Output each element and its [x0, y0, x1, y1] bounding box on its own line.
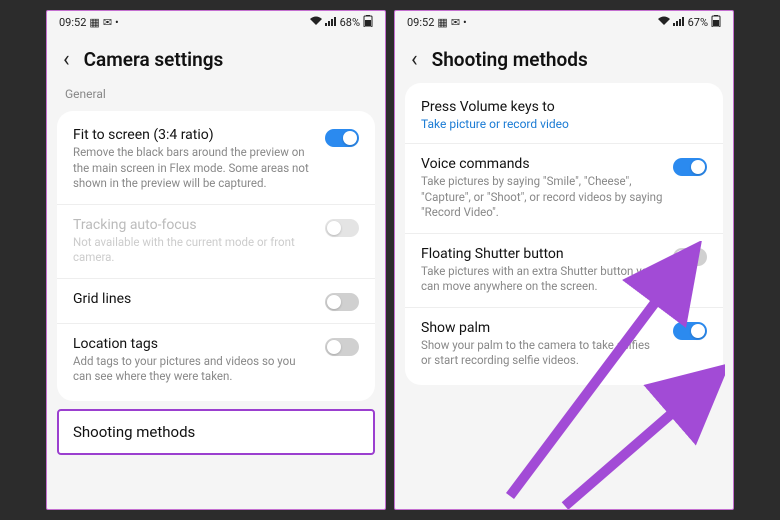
section-label-general: General [47, 79, 385, 107]
settings-card: Fit to screen (3:4 ratio) Remove the bla… [57, 111, 375, 401]
app-icon: ✉ [103, 16, 112, 29]
status-battery: 67% [688, 16, 708, 29]
item-fit-to-screen[interactable]: Fit to screen (3:4 ratio) Remove the bla… [57, 115, 375, 205]
status-bar: 09:52 ▦ ✉ • 68% [47, 11, 385, 32]
toggle-tracking-autofocus [325, 219, 359, 237]
item-title: Fit to screen (3:4 ratio) [73, 127, 315, 143]
back-icon[interactable]: ‹ [63, 49, 70, 71]
status-time: 09:52 [407, 16, 434, 29]
item-title: Press Volume keys to [421, 99, 707, 115]
item-title: Voice commands [421, 156, 663, 172]
toggle-location-tags[interactable] [325, 338, 359, 356]
item-link: Take picture or record video [421, 117, 707, 131]
settings-card: Press Volume keys to Take picture or rec… [405, 83, 723, 385]
header: ‹ Camera settings [47, 32, 385, 79]
battery-icon [711, 15, 721, 30]
item-desc: Take pictures with an extra Shutter butt… [421, 264, 663, 295]
item-show-palm[interactable]: Show palm Show your palm to the camera t… [405, 308, 723, 381]
toggle-fit-to-screen[interactable] [325, 129, 359, 147]
status-battery: 68% [340, 16, 360, 29]
toggle-show-palm[interactable] [673, 322, 707, 340]
item-desc: Add tags to your pictures and videos so … [73, 354, 315, 385]
phone-left: 09:52 ▦ ✉ • 68% ‹ Camera settings Genera… [46, 10, 386, 510]
item-voice-commands[interactable]: Voice commands Take pictures by saying "… [405, 144, 723, 234]
more-icon: • [463, 16, 467, 29]
toggle-floating-shutter[interactable] [673, 248, 707, 266]
back-icon[interactable]: ‹ [411, 49, 418, 71]
item-desc: Take pictures by saying "Smile", "Cheese… [421, 174, 663, 221]
gallery-icon: ▦ [437, 16, 447, 29]
item-title: Floating Shutter button [421, 246, 663, 262]
item-title: Show palm [421, 320, 663, 336]
header: ‹ Shooting methods [395, 32, 733, 79]
app-icon: ✉ [451, 16, 460, 29]
phone-right: 09:52 ▦ ✉ • 67% ‹ Shooting methods Pres [394, 10, 734, 510]
item-title: Tracking auto-focus [73, 217, 315, 233]
signal-icon [673, 16, 685, 29]
item-desc: Show your palm to the camera to take sel… [421, 338, 663, 369]
status-time: 09:52 [59, 16, 86, 29]
battery-icon [363, 15, 373, 30]
item-desc: Not available with the current mode or f… [73, 235, 315, 266]
item-title: Location tags [73, 336, 315, 352]
page-title: Camera settings [84, 48, 224, 71]
item-tracking-autofocus: Tracking auto-focus Not available with t… [57, 205, 375, 279]
item-press-volume-keys[interactable]: Press Volume keys to Take picture or rec… [405, 87, 723, 144]
toggle-grid-lines[interactable] [325, 293, 359, 311]
item-location-tags[interactable]: Location tags Add tags to your pictures … [57, 324, 375, 397]
item-desc: Remove the black bars around the preview… [73, 145, 315, 192]
signal-icon [325, 16, 337, 29]
wifi-icon [658, 16, 670, 29]
item-title: Grid lines [73, 291, 315, 307]
page-title: Shooting methods [432, 48, 588, 71]
status-bar: 09:52 ▦ ✉ • 67% [395, 11, 733, 32]
item-grid-lines[interactable]: Grid lines [57, 279, 375, 324]
item-shooting-methods[interactable]: Shooting methods [57, 409, 375, 455]
more-icon: • [115, 16, 119, 29]
item-floating-shutter[interactable]: Floating Shutter button Take pictures wi… [405, 234, 723, 308]
wifi-icon [310, 16, 322, 29]
toggle-voice-commands[interactable] [673, 158, 707, 176]
item-title: Shooting methods [73, 423, 359, 441]
gallery-icon: ▦ [89, 16, 99, 29]
